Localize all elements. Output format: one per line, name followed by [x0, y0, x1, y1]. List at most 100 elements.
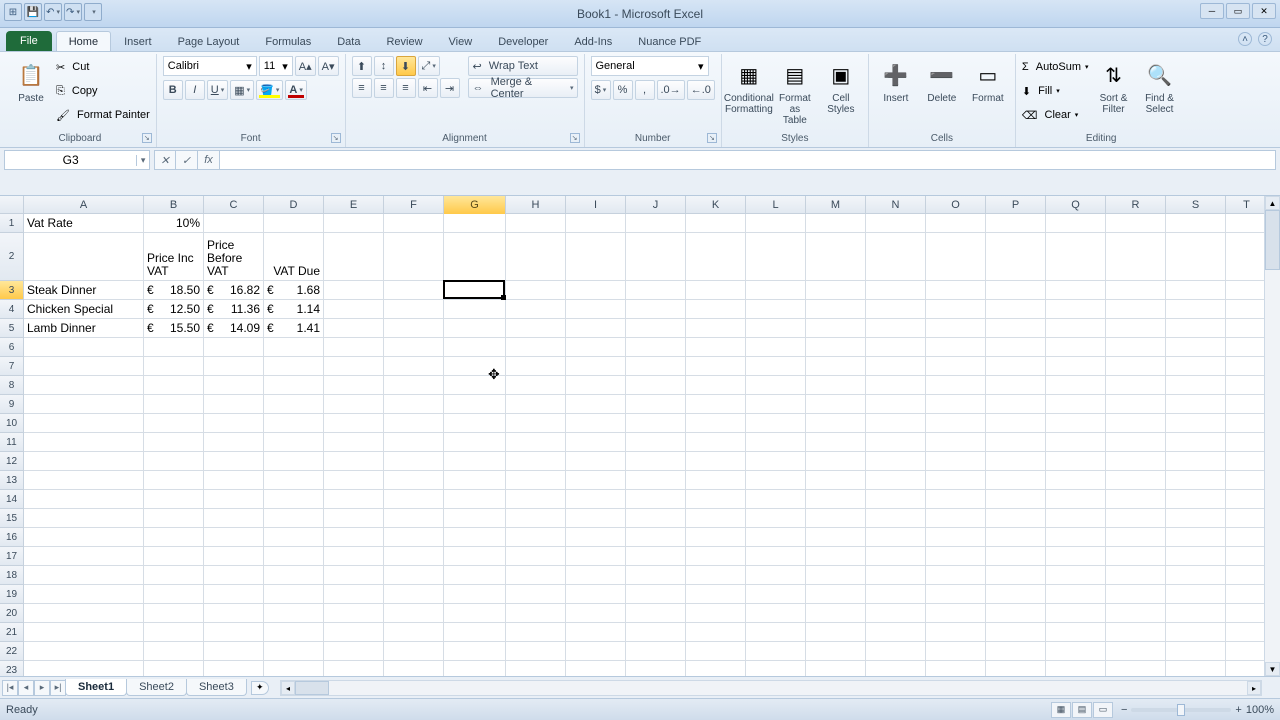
- cell[interactable]: [1166, 281, 1226, 300]
- cell[interactable]: [686, 357, 746, 376]
- cell[interactable]: [866, 376, 926, 395]
- cell[interactable]: [506, 338, 566, 357]
- cell[interactable]: [806, 623, 866, 642]
- cell[interactable]: [1166, 509, 1226, 528]
- cell[interactable]: [384, 528, 444, 547]
- cell[interactable]: [264, 642, 324, 661]
- cell[interactable]: [264, 357, 324, 376]
- cell-styles-button[interactable]: ▣Cell Styles: [820, 56, 862, 118]
- cell[interactable]: [506, 528, 566, 547]
- cell[interactable]: [444, 300, 506, 319]
- maximize-icon[interactable]: ▭: [1226, 3, 1250, 19]
- col-header[interactable]: H: [506, 196, 566, 214]
- tab-developer[interactable]: Developer: [485, 31, 561, 51]
- cell[interactable]: [506, 509, 566, 528]
- cell[interactable]: [324, 433, 384, 452]
- cell[interactable]: [1166, 376, 1226, 395]
- italic-button[interactable]: I: [185, 80, 205, 100]
- vertical-scrollbar[interactable]: ▲ ▼: [1264, 196, 1280, 676]
- cell[interactable]: [1106, 566, 1166, 585]
- cell[interactable]: [1106, 509, 1166, 528]
- cell[interactable]: [204, 490, 264, 509]
- cell[interactable]: [1046, 471, 1106, 490]
- cell[interactable]: [264, 490, 324, 509]
- cell[interactable]: [324, 357, 384, 376]
- cell[interactable]: [1226, 509, 1268, 528]
- qat-customize-icon[interactable]: [84, 3, 102, 21]
- cell[interactable]: [1226, 623, 1268, 642]
- cell[interactable]: [986, 214, 1046, 233]
- cell[interactable]: [144, 585, 204, 604]
- chevron-down-icon[interactable]: ▾: [136, 155, 149, 166]
- cell[interactable]: [1226, 528, 1268, 547]
- cell[interactable]: [746, 528, 806, 547]
- align-top-icon[interactable]: ⬆: [352, 56, 372, 76]
- cell[interactable]: [866, 338, 926, 357]
- cell[interactable]: [324, 585, 384, 604]
- cell[interactable]: [444, 214, 506, 233]
- cell[interactable]: [324, 490, 384, 509]
- last-sheet-icon[interactable]: ▸|: [50, 680, 66, 696]
- cell[interactable]: [986, 319, 1046, 338]
- cell[interactable]: [926, 338, 986, 357]
- cell[interactable]: [384, 300, 444, 319]
- cell[interactable]: [324, 214, 384, 233]
- cell[interactable]: [1106, 604, 1166, 623]
- cell[interactable]: [806, 300, 866, 319]
- cell[interactable]: [24, 642, 144, 661]
- cell[interactable]: [746, 604, 806, 623]
- cell[interactable]: [806, 281, 866, 300]
- cell[interactable]: [806, 471, 866, 490]
- cell[interactable]: [806, 233, 866, 281]
- row-header[interactable]: 9: [0, 395, 24, 414]
- cell[interactable]: [746, 233, 806, 281]
- tab-home[interactable]: Home: [56, 31, 111, 51]
- cell[interactable]: [686, 214, 746, 233]
- cell[interactable]: [264, 471, 324, 490]
- cell[interactable]: [806, 319, 866, 338]
- col-header[interactable]: R: [1106, 196, 1166, 214]
- scroll-down-icon[interactable]: ▼: [1265, 662, 1280, 676]
- cell[interactable]: [144, 357, 204, 376]
- cell[interactable]: [324, 395, 384, 414]
- cell[interactable]: [144, 623, 204, 642]
- cell[interactable]: [1166, 642, 1226, 661]
- cell[interactable]: [1226, 319, 1268, 338]
- cell[interactable]: [686, 300, 746, 319]
- cut-button[interactable]: ✂ Cut: [56, 56, 150, 78]
- cell[interactable]: [24, 452, 144, 471]
- cell[interactable]: [324, 547, 384, 566]
- zoom-out-icon[interactable]: −: [1121, 704, 1127, 716]
- cell[interactable]: [566, 623, 626, 642]
- cell[interactable]: [626, 300, 686, 319]
- cell[interactable]: €11.36: [204, 300, 264, 319]
- cell[interactable]: [384, 433, 444, 452]
- cell[interactable]: [444, 604, 506, 623]
- cell[interactable]: [686, 528, 746, 547]
- cell[interactable]: [926, 357, 986, 376]
- cell[interactable]: [264, 585, 324, 604]
- cell[interactable]: €16.82: [204, 281, 264, 300]
- cell[interactable]: [144, 604, 204, 623]
- sheet-tab[interactable]: Sheet2: [126, 679, 187, 696]
- cell[interactable]: [24, 490, 144, 509]
- cell[interactable]: [566, 452, 626, 471]
- cell[interactable]: [1226, 357, 1268, 376]
- cell[interactable]: [444, 490, 506, 509]
- cell[interactable]: [566, 414, 626, 433]
- cell[interactable]: [1106, 338, 1166, 357]
- cell[interactable]: [144, 376, 204, 395]
- cell[interactable]: [1106, 214, 1166, 233]
- cell[interactable]: [926, 471, 986, 490]
- cell[interactable]: [204, 414, 264, 433]
- cell[interactable]: [384, 395, 444, 414]
- cell[interactable]: [324, 452, 384, 471]
- decrease-decimal-icon[interactable]: ←.0: [687, 80, 715, 100]
- row-header[interactable]: 17: [0, 547, 24, 566]
- cell[interactable]: [986, 566, 1046, 585]
- formula-input[interactable]: [220, 150, 1276, 170]
- cell[interactable]: [1226, 414, 1268, 433]
- cell[interactable]: [746, 395, 806, 414]
- row-header[interactable]: 3: [0, 281, 24, 300]
- col-header[interactable]: A: [24, 196, 144, 214]
